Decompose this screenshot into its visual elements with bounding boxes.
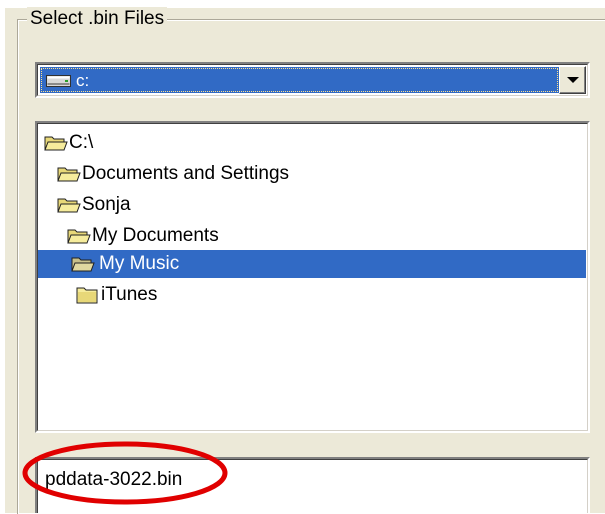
folder-item-itunes[interactable]: iTunes — [74, 281, 194, 309]
folder-item-documents-and-settings[interactable]: Documents and Settings — [55, 160, 345, 188]
folder-item-my-music[interactable]: My Music — [38, 250, 586, 278]
folder-tree-frame: C:\ Documents and Settings Sonja My Docu… — [37, 123, 588, 431]
drive-label: c: — [76, 71, 90, 90]
open-folder-icon — [44, 133, 68, 153]
folder-item-sonja[interactable]: Sonja — [55, 191, 175, 219]
folder-tree-list[interactable]: C:\ Documents and Settings Sonja My Docu… — [35, 121, 590, 433]
drive-dropdown-frame: c: — [37, 64, 588, 96]
file-item-pddata-3022[interactable]: pddata-3022.bin — [45, 469, 182, 491]
open-folder-icon — [57, 164, 81, 184]
drive-dropdown[interactable]: c: — [35, 62, 590, 98]
folder-label: iTunes — [101, 284, 158, 305]
open-folder-icon — [67, 226, 91, 246]
folder-label: My Music — [99, 253, 180, 274]
open-folder-icon — [71, 254, 95, 274]
dropdown-button[interactable] — [559, 66, 586, 94]
drive-icon — [46, 74, 71, 87]
folder-label: Sonja — [82, 194, 131, 215]
folder-label: Documents and Settings — [82, 163, 290, 184]
drive-selected-value[interactable]: c: — [40, 67, 559, 93]
folder-item-my-documents[interactable]: My Documents — [65, 222, 285, 250]
open-folder-icon — [57, 195, 81, 215]
chevron-down-icon — [567, 77, 579, 83]
folder-label: My Documents — [92, 225, 219, 246]
closed-folder-icon — [76, 285, 100, 305]
file-list[interactable]: pddata-3022.bin — [35, 457, 590, 513]
folder-label: C:\ — [69, 132, 94, 153]
file-list-frame: pddata-3022.bin — [37, 459, 588, 513]
folder-item-c-root[interactable]: C:\ — [42, 129, 162, 157]
groupbox-title: Select .bin Files — [27, 7, 168, 31]
